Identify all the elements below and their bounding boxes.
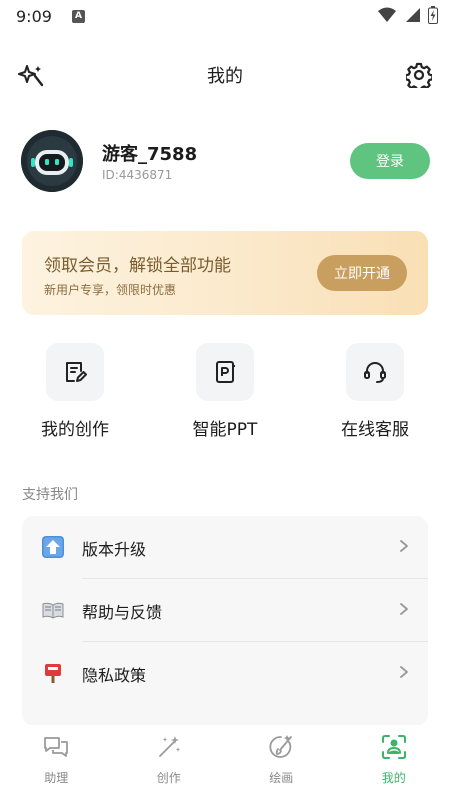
bottom-nav: 助理 创作 绘画 我的 [0,725,450,800]
status-time: 9:09 [16,6,52,26]
nav-label: 我的 [381,771,406,785]
gear-icon[interactable] [406,62,432,88]
support-item-privacy[interactable]: 隐私政策 [22,642,428,704]
status-icons [378,6,438,24]
quick-icon-box [46,343,104,401]
username: 游客_7588 [102,144,198,165]
profile-scan-icon [381,735,406,759]
ppt-icon [216,361,235,383]
vip-title: 领取会员，解锁全部功能 [44,256,231,276]
upgrade-arrow-icon [42,536,64,558]
support-item-label: 帮助与反馈 [82,603,163,622]
vip-open-button[interactable]: 立即开通 [317,255,407,291]
section-title-support: 支持我们 [22,487,78,503]
header: 我的 [0,52,450,98]
signal-icon [406,8,420,22]
robot-avatar-icon [21,130,83,192]
mailbox-icon [45,664,61,683]
edit-document-icon [66,362,87,382]
chevron-right-icon [400,603,408,615]
quick-action-label: 智能PPT [192,420,258,440]
support-item-help[interactable]: 帮助与反馈 [22,579,428,641]
nav-label: 助理 [44,771,69,785]
headset-icon [364,362,386,383]
chat-bubbles-icon [44,737,69,757]
nav-label: 创作 [156,771,181,785]
page-title: 我的 [207,66,243,87]
quick-icon-box [196,343,254,401]
nav-item-assistant[interactable]: 助理 [0,725,113,800]
chevron-right-icon [400,540,408,552]
battery-icon [428,6,438,24]
chevron-right-icon [400,666,408,678]
status-bar: 9:09 A [0,0,450,32]
quick-action-label: 在线客服 [341,420,409,440]
quick-action-label: 我的创作 [41,420,109,440]
notification-icon: A [71,9,85,23]
support-list: 版本升级 帮助与反馈 隐私政策 [22,516,428,726]
nav-label: 绘画 [269,771,294,785]
quick-action-customer-service[interactable]: 在线客服 [320,343,430,440]
magic-wand-icon [158,736,181,757]
nav-item-create[interactable]: 创作 [113,725,226,800]
avatar[interactable] [21,130,83,192]
wifi-icon [378,7,396,22]
nav-item-paint[interactable]: 绘画 [225,725,338,800]
quick-action-my-creations[interactable]: 我的创作 [20,343,130,440]
login-button[interactable]: 登录 [350,143,430,179]
paint-brush-icon [269,735,293,758]
support-item-label: 版本升级 [82,540,147,559]
support-item-upgrade[interactable]: 版本升级 [22,516,428,578]
vip-banner[interactable]: 领取会员，解锁全部功能 新用户专享，领限时优惠 立即开通 [22,231,428,315]
vip-subtitle: 新用户专享，领限时优惠 [44,283,177,297]
quick-icon-box [346,343,404,401]
quick-action-smart-ppt[interactable]: 智能PPT [170,343,280,440]
user-id: ID:4436871 [102,168,173,182]
open-book-icon [42,602,64,619]
support-item-label: 隐私政策 [82,666,147,685]
nav-item-profile[interactable]: 我的 [338,725,450,800]
sparkle-icon[interactable] [18,62,44,88]
